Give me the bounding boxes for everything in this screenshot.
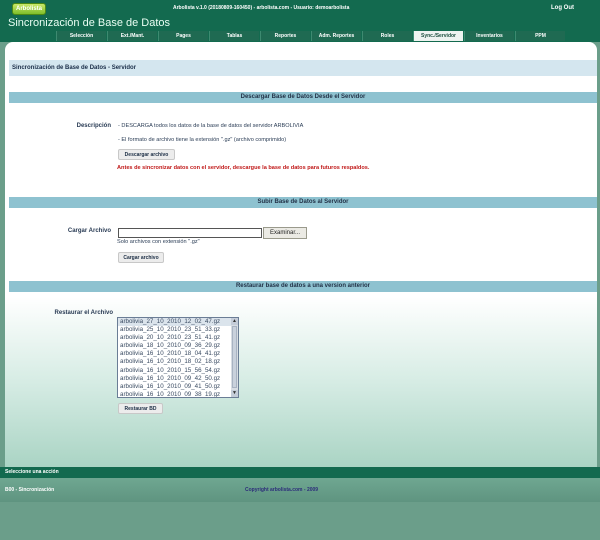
upload-file-label: Cargar Archivo <box>67 228 111 234</box>
backup-file-option[interactable]: arbolivia_16_10_2010_09_42_50.gz <box>118 375 231 383</box>
nav-tabs: Selección Ext./Mant. Pages Tablas Reportes Ad… <box>56 31 566 42</box>
nav-tab-adm-reportes[interactable]: Adm. Reportes <box>311 31 361 41</box>
arbolista-logo[interactable]: Arbolista <box>12 3 46 15</box>
status-bar: Seleccione una acción <box>0 467 600 478</box>
download-section-header: Descargar Base de Datos Desde el Servido… <box>9 92 597 103</box>
backup-file-option[interactable]: arbolivia_16_10_2010_18_02_18.gz <box>118 358 231 366</box>
backup-file-list[interactable]: arbolivia_27_10_2010_12_02_47.gz arbolivi… <box>117 317 239 398</box>
backup-file-option[interactable]: arbolivia_16_10_2010_09_38_19.gz <box>118 391 231 397</box>
page-title: Sincronización de Base de Datos <box>8 17 171 29</box>
description-label: Descripción <box>76 123 111 129</box>
logout-link[interactable]: Log Out <box>551 5 574 11</box>
nav-tab-reportes[interactable]: Reportes <box>260 31 310 41</box>
nav-tab-roles[interactable]: Roles <box>362 31 412 41</box>
backup-file-option[interactable]: arbolivia_16_10_2010_15_56_54.gz <box>118 367 231 375</box>
backup-file-option[interactable]: arbolivia_20_10_2010_23_51_41.gz <box>118 334 231 342</box>
nav-tab-inventarios[interactable]: Inventarios <box>464 31 514 41</box>
upload-file-button[interactable]: Cargar archivo <box>118 252 164 263</box>
backup-file-option[interactable]: arbolivia_16_10_2010_18_04_41.gz <box>118 350 231 358</box>
restore-section-header: Restaurar base de datos a una version an… <box>9 281 597 292</box>
backup-file-option[interactable]: arbolivia_16_10_2010_09_41_50.gz <box>118 383 231 391</box>
download-description-line1: - DESCARGA todos los datos de la base de… <box>118 123 304 129</box>
download-file-button[interactable]: Descargar archivo <box>118 149 175 160</box>
scroll-up-icon[interactable]: ▲ <box>231 318 238 325</box>
upload-section-header: Subir Base de Datos al Servidor <box>9 197 597 208</box>
content-panel: Sincronización de Base de Datos - Servid… <box>5 42 597 467</box>
backup-file-option[interactable]: arbolivia_18_10_2010_09_36_29.gz <box>118 342 231 350</box>
nav-tab-ext-mant[interactable]: Ext./Mant. <box>107 31 157 41</box>
list-scrollbar[interactable]: ▲ ▼ <box>231 318 238 397</box>
title-bar: Sincronización de Base de Datos <box>0 15 600 31</box>
nav-tab-sync-servidor[interactable]: Sync./Servidor <box>413 31 463 41</box>
backup-warning: Antes de sincronizar datos con el servid… <box>117 165 370 171</box>
footer-module-name: B00 - Sincronización <box>5 487 55 493</box>
backup-file-option[interactable]: arbolivia_25_10_2010_23_51_33.gz <box>118 326 231 334</box>
nav-tab-ppm[interactable]: PPM <box>515 31 565 41</box>
main-nav: Selección Ext./Mant. Pages Tablas Reportes Ad… <box>0 31 600 42</box>
top-bar: Arbolista Arbolista v.1.0 (20180809-1604… <box>0 0 600 15</box>
browse-button[interactable]: Examinar... <box>263 227 307 239</box>
restore-file-label: Restaurar el Archivo <box>54 310 113 316</box>
nav-tab-tablas[interactable]: Tablas <box>209 31 259 41</box>
footer-copyright: Copyright arbolista.com - 2009 <box>245 487 319 493</box>
restore-db-button[interactable]: Restaurar BD <box>118 403 163 414</box>
footer: B00 - Sincronización Copyright arbolista… <box>0 478 600 502</box>
backup-file-option[interactable]: arbolivia_27_10_2010_12_02_47.gz <box>118 318 231 327</box>
scroll-thumb[interactable] <box>232 326 237 388</box>
scroll-down-icon[interactable]: ▼ <box>231 390 238 397</box>
nav-tab-pages[interactable]: Pages <box>158 31 208 41</box>
nav-tab-selecci-n[interactable]: Selección <box>56 31 106 41</box>
download-description-line2: - El formato de archivo tiene la extensi… <box>118 137 287 143</box>
file-path-input[interactable] <box>118 228 262 238</box>
backup-file-items: arbolivia_27_10_2010_12_02_47.gz arbolivi… <box>118 318 238 397</box>
version-info: Arbolista v.1.0 (20180809-160450) - arbo… <box>173 5 350 11</box>
upload-hint: Solo archivos con extensión ".gz" <box>117 239 200 245</box>
page-heading: Sincronización de Base de Datos - Servid… <box>9 60 597 76</box>
